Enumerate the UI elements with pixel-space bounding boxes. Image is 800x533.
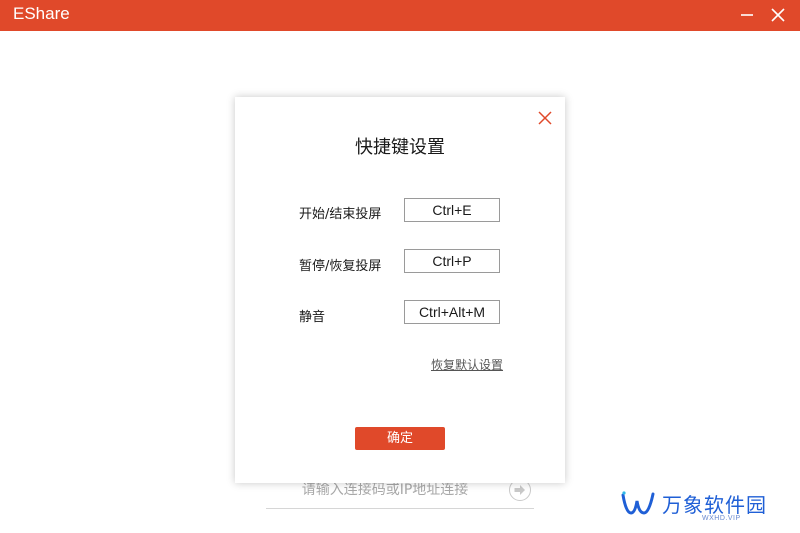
- shortcut-label-mute: 静音: [299, 310, 326, 325]
- watermark-logo-icon: [621, 491, 655, 515]
- shortcut-input-pause-cast[interactable]: Ctrl+P: [404, 249, 500, 273]
- window-close-button[interactable]: [766, 3, 790, 27]
- shortcut-input-toggle-cast[interactable]: Ctrl+E: [404, 198, 500, 222]
- watermark-text: 万象软件园: [662, 493, 767, 517]
- shortcut-input-mute[interactable]: Ctrl+Alt+M: [404, 300, 500, 324]
- shortcut-label-toggle-cast: 开始/结束投屏: [299, 207, 382, 222]
- confirm-button[interactable]: 确定: [355, 427, 445, 450]
- arrow-right-circle-icon: [514, 485, 525, 495]
- watermark-subtext: WXHD.VIP: [702, 515, 741, 522]
- app-title: EShare: [13, 4, 70, 23]
- restore-defaults-link[interactable]: 恢复默认设置: [431, 356, 503, 373]
- dialog-title: 快捷键设置: [355, 137, 445, 158]
- minimize-icon: [741, 14, 753, 16]
- shortcut-label-pause-cast: 暂停/恢复投屏: [299, 259, 382, 274]
- shortcut-settings-dialog: 快捷键设置 开始/结束投屏 Ctrl+E 暂停/恢复投屏 Ctrl+P 静音 C…: [235, 97, 565, 483]
- close-icon: [771, 8, 785, 22]
- minimize-button[interactable]: [735, 3, 759, 27]
- close-icon: [538, 111, 552, 125]
- watermark: 万象软件园 WXHD.VIP: [620, 487, 790, 527]
- title-bar: EShare: [0, 0, 800, 31]
- dialog-close-button[interactable]: [536, 109, 554, 127]
